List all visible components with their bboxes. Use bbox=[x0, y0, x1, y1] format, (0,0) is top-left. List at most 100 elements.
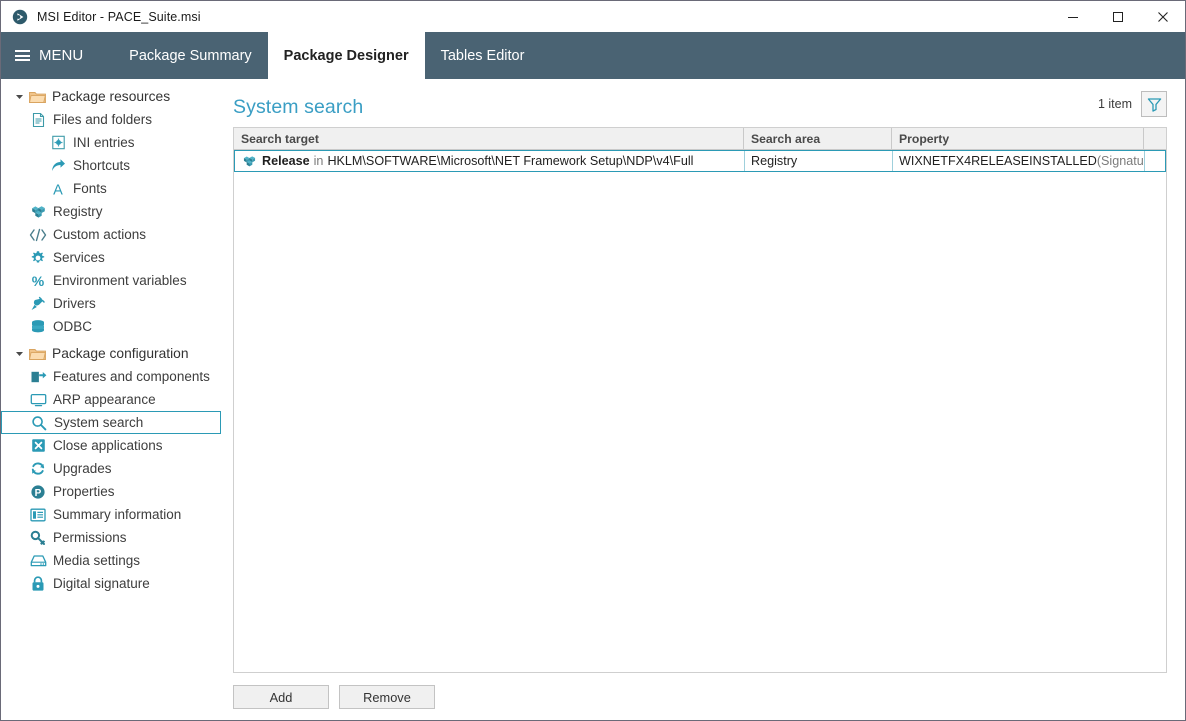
remove-button[interactable]: Remove bbox=[339, 685, 435, 709]
tree-group-package-configuration: Package configuration Features and compo… bbox=[1, 342, 233, 595]
filter-button[interactable] bbox=[1141, 91, 1167, 117]
sidebar-item-drivers[interactable]: Drivers bbox=[1, 292, 233, 315]
tab-package-designer[interactable]: Package Designer bbox=[267, 32, 425, 79]
database-icon bbox=[28, 319, 48, 334]
tab-bar: MENU Package Summary Package Designer Ta… bbox=[1, 32, 1185, 79]
file-icon bbox=[28, 112, 48, 128]
window-title: MSI Editor - PACE_Suite.msi bbox=[37, 9, 201, 24]
content-header: System search 1 item bbox=[233, 79, 1167, 127]
column-header-search-area[interactable]: Search area bbox=[744, 128, 892, 149]
row-property-note: (Signature: N bbox=[1096, 154, 1144, 168]
sidebar-item-media-settings[interactable]: Media settings bbox=[1, 549, 233, 572]
sidebar-item-environment-variables[interactable]: % Environment variables bbox=[1, 269, 233, 292]
row-property-name: WIXNETFX4RELEASEINSTALLED bbox=[899, 154, 1097, 168]
table-row[interactable]: Release in HKLM\SOFTWARE\Microsoft\NET F… bbox=[234, 150, 1166, 172]
sidebar-item-custom-actions[interactable]: Custom actions bbox=[1, 223, 233, 246]
disk-drive-icon bbox=[28, 554, 48, 567]
tab-label: Tables Editor bbox=[440, 47, 525, 64]
shortcut-arrow-icon bbox=[48, 158, 68, 173]
registry-blocks-icon bbox=[28, 204, 48, 219]
sidebar-item-label: Shortcuts bbox=[73, 157, 131, 173]
navigation-sidebar: Package resources Files and folders INI … bbox=[1, 79, 233, 720]
sidebar-item-label: Digital signature bbox=[53, 575, 150, 591]
sidebar-item-label: Properties bbox=[53, 483, 115, 499]
sidebar-item-label: Drivers bbox=[53, 295, 96, 311]
sidebar-item-label: INI entries bbox=[73, 134, 135, 150]
maximize-button[interactable] bbox=[1095, 1, 1140, 32]
sidebar-group-label: Package configuration bbox=[52, 345, 189, 361]
sidebar-group-package-resources[interactable]: Package resources bbox=[1, 85, 233, 108]
sidebar-item-label: Fonts bbox=[73, 180, 107, 196]
list-panel-icon bbox=[28, 508, 48, 522]
sidebar-item-fonts[interactable]: A Fonts bbox=[1, 177, 233, 200]
column-header-search-target[interactable]: Search target bbox=[234, 128, 744, 149]
item-count-label: 1 item bbox=[1097, 97, 1132, 111]
sidebar-item-permissions[interactable]: Permissions bbox=[1, 526, 233, 549]
menu-label: MENU bbox=[39, 47, 84, 64]
sidebar-item-label: Features and components bbox=[53, 368, 210, 384]
svg-text:P: P bbox=[35, 488, 42, 499]
row-target-name: Release bbox=[262, 154, 310, 168]
footer-buttons: Add Remove bbox=[233, 673, 1167, 709]
sidebar-item-shortcuts[interactable]: Shortcuts bbox=[1, 154, 233, 177]
sidebar-group-package-configuration[interactable]: Package configuration bbox=[1, 342, 233, 365]
key-icon bbox=[28, 530, 48, 546]
sidebar-item-label: Upgrades bbox=[53, 460, 112, 476]
close-x-box-icon bbox=[28, 438, 48, 453]
tab-label: Package Designer bbox=[283, 47, 409, 64]
lock-icon bbox=[28, 575, 48, 592]
minimize-icon bbox=[1067, 11, 1079, 23]
window-controls bbox=[1050, 1, 1185, 32]
plug-icon bbox=[28, 296, 48, 312]
svg-text:%: % bbox=[32, 273, 45, 289]
close-button[interactable] bbox=[1140, 1, 1185, 32]
chevron-down-icon[interactable] bbox=[11, 349, 27, 358]
sidebar-item-upgrades[interactable]: Upgrades bbox=[1, 457, 233, 480]
header-actions: 1 item bbox=[1098, 91, 1167, 119]
sidebar-item-summary-information[interactable]: Summary information bbox=[1, 503, 233, 526]
sidebar-item-label: System search bbox=[54, 414, 144, 430]
percent-icon: % bbox=[28, 273, 48, 289]
sidebar-item-system-search-wrapper: System search bbox=[1, 411, 221, 434]
font-letter-a-icon: A bbox=[48, 181, 68, 197]
sidebar-item-system-search[interactable]: System search bbox=[1, 411, 221, 434]
chevron-down-icon[interactable] bbox=[11, 92, 27, 101]
minimize-button[interactable] bbox=[1050, 1, 1095, 32]
row-target-path: HKLM\SOFTWARE\Microsoft\NET Framework Se… bbox=[327, 154, 694, 168]
maximize-icon bbox=[1112, 11, 1124, 23]
cell-spacer bbox=[1145, 151, 1165, 171]
sidebar-item-features-and-components[interactable]: Features and components bbox=[1, 365, 233, 388]
cell-search-area: Registry bbox=[745, 151, 893, 171]
refresh-arrows-icon bbox=[28, 461, 48, 477]
sidebar-item-ini-entries[interactable]: INI entries bbox=[1, 131, 233, 154]
sidebar-item-odbc[interactable]: ODBC bbox=[1, 315, 233, 338]
sidebar-item-label: Summary information bbox=[53, 506, 182, 522]
ini-file-icon bbox=[48, 135, 68, 150]
sidebar-item-arp-appearance[interactable]: ARP appearance bbox=[1, 388, 233, 411]
sidebar-item-services[interactable]: Services bbox=[1, 246, 233, 269]
funnel-filter-icon bbox=[1147, 97, 1162, 112]
tab-package-summary[interactable]: Package Summary bbox=[113, 32, 268, 79]
menu-button[interactable]: MENU bbox=[1, 32, 99, 79]
sidebar-item-digital-signature[interactable]: Digital signature bbox=[1, 572, 233, 595]
sidebar-item-label: Environment variables bbox=[53, 272, 187, 288]
sidebar-item-label: ARP appearance bbox=[53, 391, 156, 407]
registry-blocks-icon bbox=[241, 154, 258, 168]
sidebar-item-registry[interactable]: Registry bbox=[1, 200, 233, 223]
sidebar-item-label: Files and folders bbox=[53, 111, 153, 127]
tab-list: Package Summary Package Designer Tables … bbox=[113, 32, 540, 79]
close-icon bbox=[1157, 11, 1169, 23]
column-header-property[interactable]: Property bbox=[892, 128, 1144, 149]
sidebar-item-properties[interactable]: P Properties bbox=[1, 480, 233, 503]
sidebar-item-label: ODBC bbox=[53, 318, 93, 334]
sidebar-item-files-and-folders[interactable]: Files and folders bbox=[1, 108, 233, 131]
tab-tables-editor[interactable]: Tables Editor bbox=[425, 32, 541, 79]
page-title: System search bbox=[233, 96, 364, 118]
add-button[interactable]: Add bbox=[233, 685, 329, 709]
cell-search-target: Release in HKLM\SOFTWARE\Microsoft\NET F… bbox=[235, 151, 745, 171]
column-header-spacer[interactable] bbox=[1144, 128, 1166, 149]
sidebar-item-close-applications[interactable]: Close applications bbox=[1, 434, 233, 457]
folder-icon bbox=[27, 347, 47, 361]
table-body: Release in HKLM\SOFTWARE\Microsoft\NET F… bbox=[234, 150, 1166, 672]
sidebar-item-label: Close applications bbox=[53, 437, 163, 453]
